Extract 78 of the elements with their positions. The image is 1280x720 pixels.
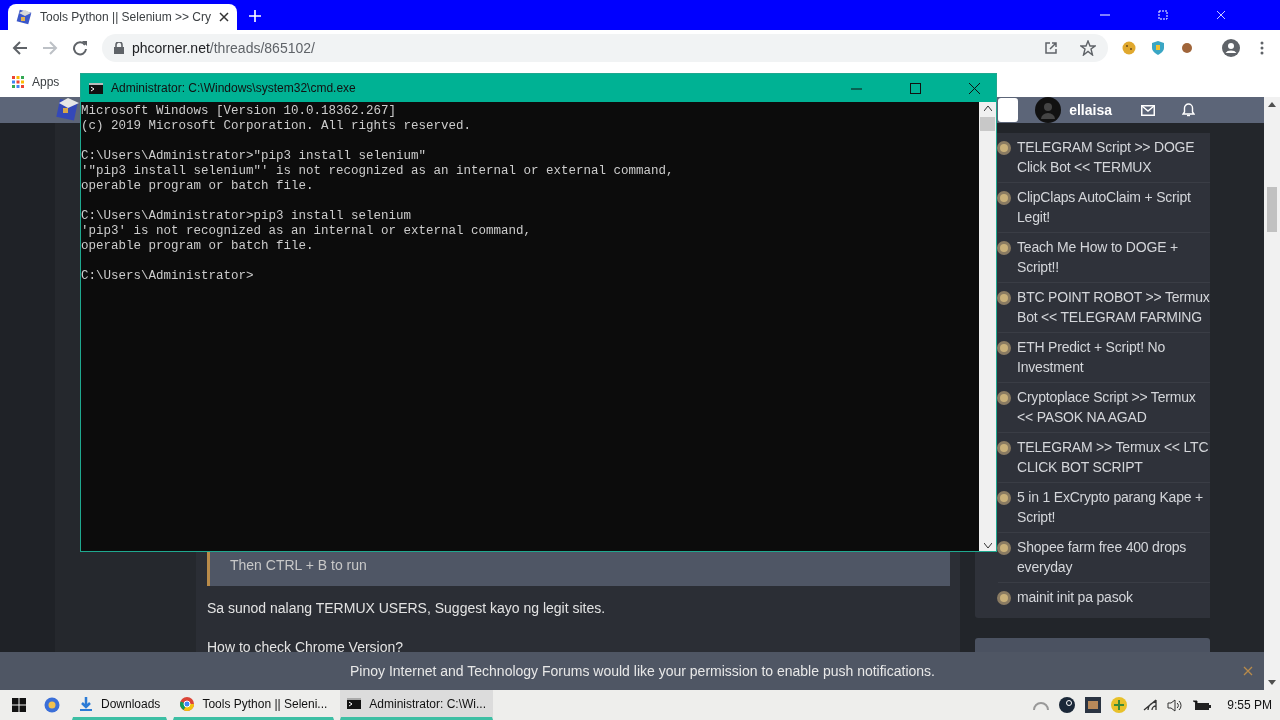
console-icon: [89, 82, 103, 94]
thread-link[interactable]: ClipClaps AutoClaim + Script Legit!: [1017, 187, 1213, 227]
post-paragraph: How to check Chrome Version?: [207, 638, 405, 657]
bookmark-link[interactable]: Apps: [32, 72, 60, 91]
browser-icon[interactable]: [44, 697, 60, 713]
window-title: Administrator: C:\Windows\system32\cmd.exe: [111, 80, 356, 97]
scroll-up-icon[interactable]: [1268, 102, 1276, 107]
thread-avatar-icon[interactable]: [997, 541, 1011, 555]
console-line: operable program or batch file.: [81, 179, 314, 194]
console-line: Microsoft Windows [Version 10.0.18362.267]: [81, 104, 397, 119]
post-paragraph: Sa sunod nalang TERMUX USERS, Suggest kayo ng legit sites.: [207, 599, 607, 618]
address-bar[interactable]: phcorner.net/threads/865102/: [102, 34, 1108, 62]
clock-text: 9:55 PM: [1227, 697, 1272, 714]
maximize-icon[interactable]: [910, 82, 921, 94]
thread-link[interactable]: TELEGRAM Script >> DOGE Click Bot << TERMUX: [1017, 137, 1213, 177]
thread-avatar-icon[interactable]: [997, 441, 1011, 455]
lock-icon: [114, 42, 124, 54]
page-scrollbar[interactable]: [1264, 97, 1280, 690]
thread-avatar-icon[interactable]: [997, 241, 1011, 255]
scroll-down-icon[interactable]: [983, 543, 992, 548]
thread-avatar-icon[interactable]: [997, 491, 1011, 505]
url-text: phcorner.net/threads/865102/: [132, 38, 315, 58]
avatar-icon[interactable]: [1035, 97, 1062, 123]
thread-avatar-icon[interactable]: [997, 141, 1011, 155]
thread-link[interactable]: 5 in 1 ExCrypto parang Kape + Script!: [1017, 487, 1213, 527]
cube-icon: [16, 9, 32, 25]
scrollbar-thumb[interactable]: [1267, 187, 1277, 232]
close-icon[interactable]: [969, 82, 980, 94]
more-menu-icon[interactable]: [1260, 41, 1264, 55]
username[interactable]: ellaisa: [1069, 99, 1112, 121]
thread-link[interactable]: Shopee farm free 400 drops everyday: [1017, 537, 1213, 577]
quote-text: Then CTRL + B to run: [230, 557, 367, 573]
browser-tab[interactable]: Tools Python || Selenium >> Cry: [8, 4, 237, 30]
bell-icon[interactable]: [1182, 103, 1195, 117]
scroll-up-icon[interactable]: [983, 106, 992, 111]
taskbar-button[interactable]: Administrator: C:\Wi...: [340, 690, 494, 720]
profile-icon[interactable]: [1222, 39, 1240, 57]
thread-avatar-icon[interactable]: [997, 591, 1011, 605]
thread-avatar-icon[interactable]: [997, 191, 1011, 205]
close-icon[interactable]: [219, 12, 229, 22]
notification-text: Pinoy Internet and Technology Forums would like your permission to enable push notifications.: [350, 661, 935, 681]
console-line: C:\Users\Administrator>"pip3 install selenium": [81, 149, 427, 164]
open-external-icon[interactable]: [1044, 41, 1058, 55]
thread-avatar-icon[interactable]: [997, 341, 1011, 355]
console-scrollbar[interactable]: [979, 102, 996, 551]
logo-icon[interactable]: [55, 97, 81, 123]
windows-start-icon[interactable]: [12, 698, 26, 712]
back-icon[interactable]: [12, 40, 28, 56]
console-line: C:\Users\Administrator>pip3 install selenium: [81, 209, 412, 224]
console-line: C:\Users\Administrator>: [81, 269, 254, 284]
battery-icon[interactable]: [1193, 699, 1212, 711]
console-line: '"pip3 install selenium"' is not recognized as an internal or external command,: [81, 164, 674, 179]
star-icon[interactable]: [1080, 40, 1096, 56]
shield-icon[interactable]: [1152, 41, 1164, 55]
thread-link[interactable]: ETH Predict + Script! No Investment: [1017, 337, 1213, 377]
thread-link[interactable]: Cryptoplace Script >> Termux << PASOK NA AGAD: [1017, 387, 1213, 427]
new-tab-icon[interactable]: [248, 9, 262, 23]
thread-link[interactable]: BTC POINT ROBOT >> Termux Bot << TELEGRAM FARMING: [1017, 287, 1213, 327]
mail-icon[interactable]: [1141, 104, 1155, 116]
thread-avatar-icon[interactable]: [997, 291, 1011, 305]
search-field[interactable]: [998, 98, 1019, 122]
thread-link[interactable]: mainit init pa pasok: [1017, 587, 1133, 607]
thread-avatar-icon[interactable]: [997, 391, 1011, 405]
volume-icon[interactable]: [1167, 698, 1184, 712]
console-line: 'pip3' is not recognized as an internal or external command,: [81, 224, 532, 239]
tab-title: Tools Python || Selenium >> Cry: [40, 9, 211, 26]
download-icon: [79, 697, 93, 711]
scroll-down-icon[interactable]: [1268, 680, 1276, 685]
scrollbar-thumb[interactable]: [980, 117, 995, 131]
console-line: operable program or batch file.: [81, 239, 314, 254]
wifi-icon[interactable]: [1143, 699, 1158, 711]
console-icon: [347, 697, 362, 711]
reload-icon[interactable]: [72, 40, 88, 56]
browser-icon: [180, 697, 195, 711]
apps-grid-icon: [12, 75, 24, 88]
thread-link[interactable]: Teach Me How to DOGE + Script!!: [1017, 237, 1213, 277]
thread-link[interactable]: TELEGRAM >> Termux << LTC CLICK BOT SCRIPT: [1017, 437, 1213, 477]
console-line: (c) 2019 Microsoft Corporation. All rights reserved.: [81, 119, 472, 134]
